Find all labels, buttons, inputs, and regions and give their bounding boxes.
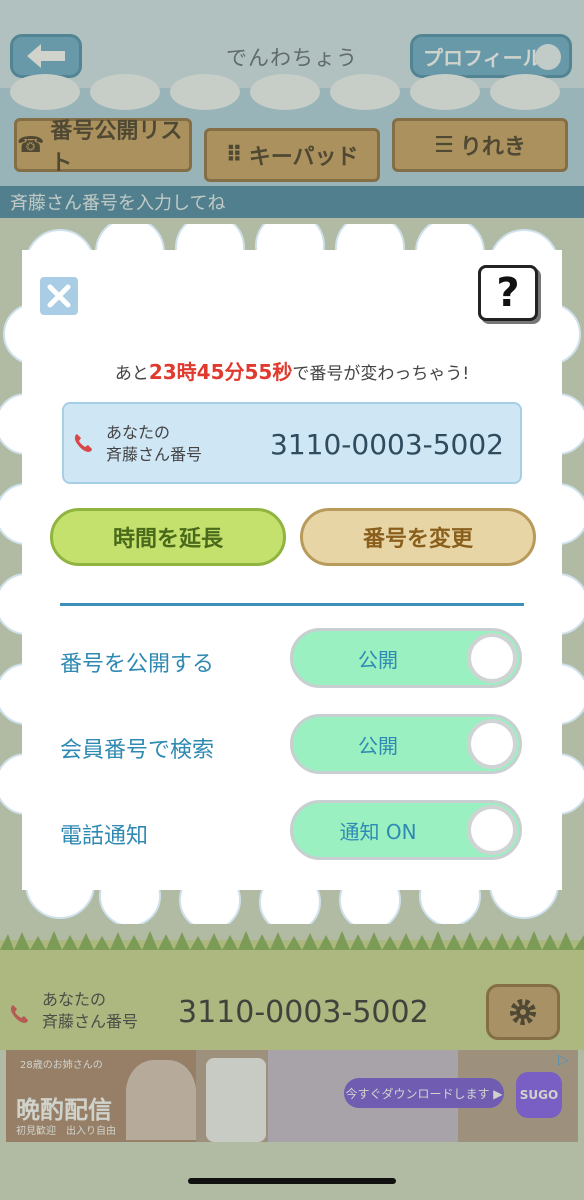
countdown-seconds: 55 xyxy=(244,360,273,384)
toggle-text: 公開 xyxy=(358,733,398,758)
toggle-text: 通知 ON xyxy=(339,819,417,844)
setting-label-publish-number: 番号を公開する xyxy=(60,652,215,677)
divider xyxy=(60,603,524,606)
countdown-minutes: 45 xyxy=(196,360,225,384)
close-icon xyxy=(47,284,71,308)
toggle-knob[interactable] xyxy=(467,719,517,769)
toggle-member-search[interactable]: 公開 xyxy=(290,714,522,774)
help-button[interactable]: ? xyxy=(478,265,538,321)
toggle-knob[interactable] xyxy=(467,805,517,855)
home-indicator[interactable] xyxy=(188,1178,396,1184)
toggle-publish-number[interactable]: 公開 xyxy=(290,628,522,688)
current-number-box: あなたの 斉藤さん番号 3110-0003-5002 xyxy=(62,402,522,484)
phone-icon xyxy=(74,434,92,452)
extend-time-button[interactable]: 時間を延長 xyxy=(50,508,286,566)
toggle-knob[interactable] xyxy=(467,633,517,683)
current-number: 3110-0003-5002 xyxy=(270,428,504,461)
current-number-label: あなたの 斉藤さん番号 xyxy=(106,423,203,464)
change-number-button[interactable]: 番号を変更 xyxy=(300,508,536,566)
toggle-call-notification[interactable]: 通知 ON xyxy=(290,800,522,860)
setting-label-call-notification: 電話通知 xyxy=(60,824,149,849)
number-settings-modal xyxy=(22,250,562,890)
setting-label-member-search: 会員番号で検索 xyxy=(60,738,215,763)
toggle-text: 公開 xyxy=(358,647,398,672)
countdown-message: あと23時45分55秒で番号が変わっちゃう! xyxy=(114,360,470,384)
close-button[interactable] xyxy=(40,277,78,315)
countdown-hours: 23 xyxy=(148,360,177,384)
